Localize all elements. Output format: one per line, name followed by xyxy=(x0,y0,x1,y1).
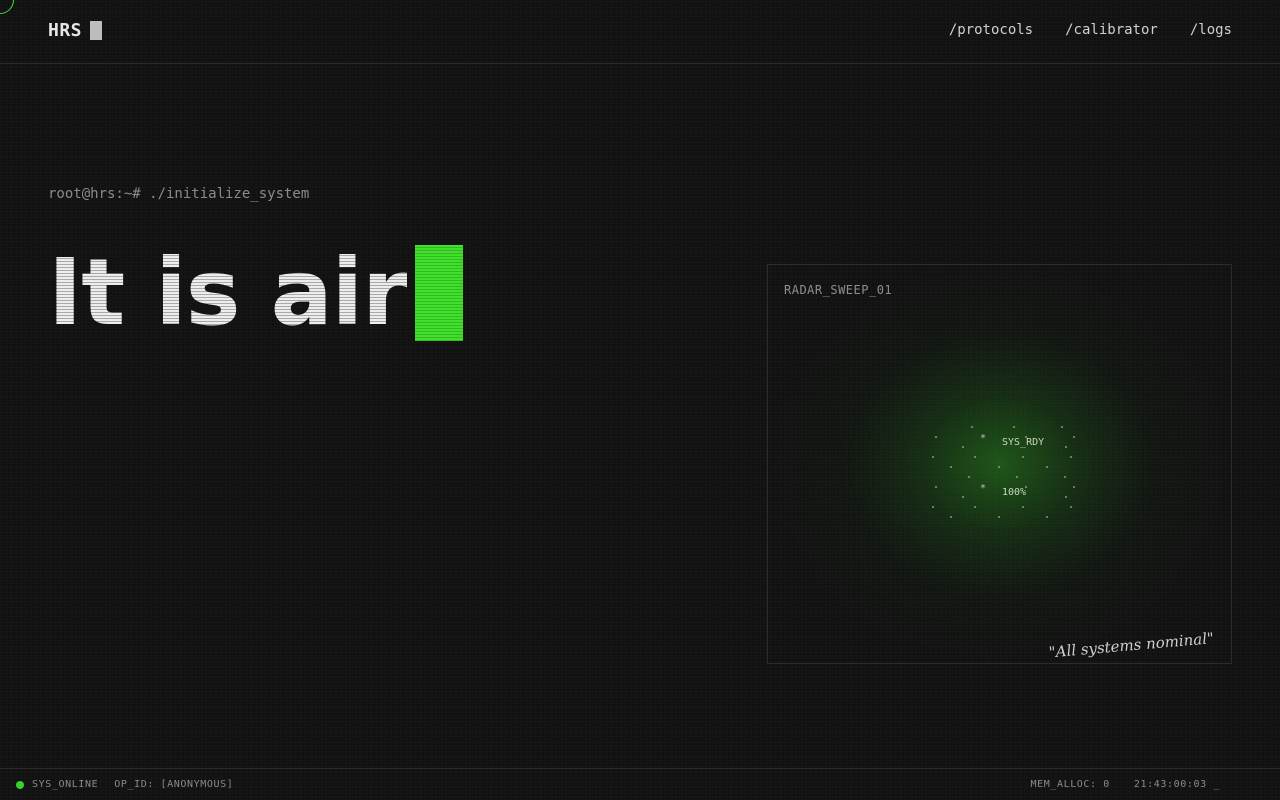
radar-dot xyxy=(962,446,964,448)
radar-dot xyxy=(968,476,970,478)
radar-dot xyxy=(1013,426,1015,428)
hero: It is air xyxy=(48,238,463,348)
radar-dot xyxy=(1070,506,1072,508)
radar-dot xyxy=(1022,506,1024,508)
nav-link-logs[interactable]: /logs xyxy=(1190,22,1232,38)
radar-status-text: SYS_RDY xyxy=(1002,437,1045,448)
asterisk-icon: * xyxy=(980,433,986,444)
status-left: SYS_ONLINE OP_ID: [ANONYMOUS] xyxy=(16,779,233,790)
radar-dot xyxy=(962,496,964,498)
radar-dot xyxy=(1073,486,1075,488)
radar-dot xyxy=(950,516,952,518)
cursor-block-icon xyxy=(90,21,103,40)
radar-dot xyxy=(1022,456,1024,458)
radar-dot xyxy=(974,506,976,508)
radar-dot xyxy=(1016,476,1018,478)
radar-dot xyxy=(1061,426,1063,428)
main-nav: /protocols /calibrator /logs xyxy=(949,22,1232,38)
radar-dot xyxy=(1046,466,1048,468)
radar-dot xyxy=(950,466,952,468)
hero-headline: It is air xyxy=(48,239,408,346)
nav-link-calibrator[interactable]: /calibrator xyxy=(1065,22,1158,38)
terminal-cursor-icon xyxy=(414,245,463,341)
radar-dot xyxy=(971,426,973,428)
radar-percent-text: 100% xyxy=(1002,487,1027,498)
radar-dot xyxy=(932,506,934,508)
radar-dot-field: * * xyxy=(932,426,1075,518)
memory-allocation: MEM_ALLOC: 0 xyxy=(1030,779,1110,790)
system-clock: 21:43:00:03 _ xyxy=(1133,779,1220,790)
radar-dot xyxy=(998,516,1000,518)
radar-dot xyxy=(974,456,976,458)
terminal-prompt: root@hrs:~# ./initialize_system xyxy=(48,186,310,202)
radar-dot xyxy=(1065,446,1067,448)
status-online: SYS_ONLINE xyxy=(32,779,99,790)
radar-dot xyxy=(935,436,937,438)
radar-dot xyxy=(932,456,934,458)
radar-dot xyxy=(935,486,937,488)
status-right: MEM_ALLOC: 0 21:43:00:03 _ xyxy=(1030,779,1220,790)
radar-panel: RADAR_SWEEP_01 * * SYS_RDY 100% "All sys… xyxy=(767,264,1232,664)
nav-link-protocols[interactable]: /protocols xyxy=(949,22,1033,38)
operator-id: OP_ID: [ANONYMOUS] xyxy=(114,779,234,790)
online-indicator-icon xyxy=(16,780,24,789)
radar-dot xyxy=(1070,456,1072,458)
asterisk-icon: * xyxy=(980,483,986,494)
radar-dot xyxy=(998,466,1000,468)
radar-dot xyxy=(1073,436,1075,438)
status-bar: SYS_ONLINE OP_ID: [ANONYMOUS] MEM_ALLOC:… xyxy=(0,768,1280,800)
radar-dot xyxy=(1064,476,1066,478)
radar-dot xyxy=(1046,516,1048,518)
brand-name: HRS xyxy=(48,20,83,41)
top-navigation-bar: HRS /protocols /calibrator /logs xyxy=(0,0,1280,64)
radar-dot xyxy=(1065,496,1067,498)
brand-logo[interactable]: HRS xyxy=(48,20,103,41)
